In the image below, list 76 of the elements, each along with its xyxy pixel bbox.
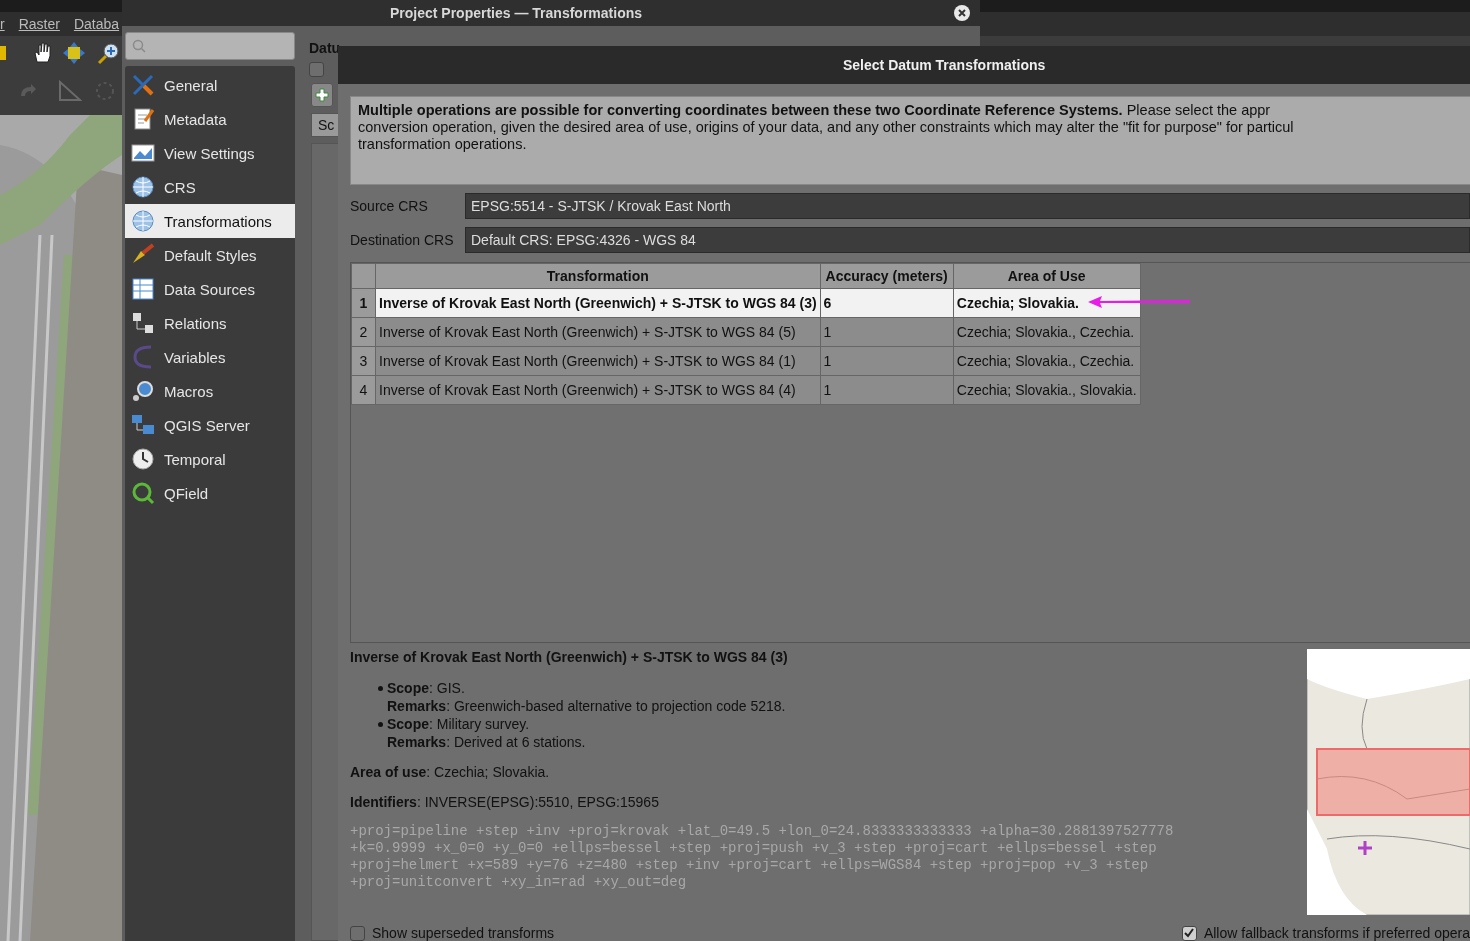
scope-text: Scope: Military survey. — [387, 715, 531, 733]
menu-item[interactable]: Raster — [18, 16, 60, 32]
table-cell: Czechia; Slovakia., Slovakia. — [953, 375, 1141, 405]
close-icon[interactable] — [953, 4, 971, 22]
sidebar-item[interactable]: Macros — [125, 374, 295, 408]
table-cell: Inverse of Krovak East North (Greenwich) + S-JTSK to WGS 84 (4) — [375, 375, 821, 405]
table-row[interactable]: 4 Inverse of Krovak East North (Greenwich) + S-JTSK to WGS 84 (4) 1 Czechia; Slovakia., Slovakia. — [351, 375, 1141, 405]
search-icon — [132, 39, 146, 53]
table-cell: 6 — [820, 288, 954, 318]
row-number: 4 — [351, 375, 376, 405]
intro-text: Multiple operations are possible for converting coordinates between these two Coordinate Reference Systems. Please select the appr conversion operation, given the desired area of use, origins of your data, and any other constraints which may alter the "fit for purpose" for particul transformation operations. — [350, 96, 1470, 185]
proj-string: +proj=pipeline +step +inv +proj=krovak +lat_0=49.5 +lon_0=24.8333333333333 +alpha=30.2881397527778 +k=0.9999 +x_0=0 +y_0=0 +ellps=bessel +step +proj=push +v_3 +step +proj=cart +ellps=bessel +step +proj=helmert +x=589 +y=76 +z=480 +step +inv +proj=cart +ellps=WGS84 +step +proj=pop +v_3 +step +proj=unitconvert +xy_in=rad +xy_out=deg — [350, 823, 1175, 891]
identifiers-text: Identifiers: INVERSE(EPSG):5510, EPSG:15965 — [350, 793, 660, 811]
tools-icon — [131, 73, 155, 97]
table-cell: 1 — [820, 317, 954, 347]
menu-item[interactable]: r — [0, 16, 5, 32]
remarks-text: Remarks: Greenwich-based alternative to projection code 5218. — [387, 697, 786, 715]
column-header[interactable]: Accuracy (meters) — [820, 263, 954, 289]
clock-icon — [131, 447, 155, 471]
row-number: 1 — [351, 288, 376, 318]
checkbox[interactable] — [1181, 925, 1197, 941]
column-header[interactable]: Area of Use — [953, 263, 1141, 289]
remarks-text: Remarks: Derived at 6 stations. — [387, 733, 586, 751]
server-icon — [131, 413, 155, 437]
table-cell: Inverse of Krovak East North (Greenwich) + S-JTSK to WGS 84 (5) — [375, 317, 821, 347]
table-row[interactable]: 1 Inverse of Krovak East North (Greenwich) + S-JTSK to WGS 84 (3) 6 Czechia; Slovakia. — [351, 288, 1141, 318]
sidebar-item[interactable]: Data Sources — [125, 272, 295, 306]
table-cell: Inverse of Krovak East North (Greenwich) + S-JTSK to WGS 84 (1) — [375, 346, 821, 376]
sidebar-item[interactable]: General — [125, 68, 295, 102]
zoom-in-icon[interactable] — [97, 41, 121, 65]
table-cell: Inverse of Krovak East North (Greenwich) + S-JTSK to WGS 84 (3) — [375, 288, 821, 318]
field-label: Source CRS — [350, 198, 429, 214]
row-number: 3 — [351, 346, 376, 376]
details-title: Inverse of Krovak East North (Greenwich) + S-JTSK to WGS 84 (3) — [350, 649, 789, 665]
section-heading: Datu — [309, 40, 341, 56]
hand-icon[interactable] — [32, 42, 52, 64]
checkbox[interactable] — [350, 925, 365, 941]
globe-icon — [131, 209, 155, 233]
field-label: Destination CRS — [350, 232, 455, 248]
table-cell: 1 — [820, 346, 954, 376]
sidebar-item[interactable]: Temporal — [125, 442, 295, 476]
sidebar-item[interactable]: View Settings — [125, 136, 295, 170]
row-number: 2 — [351, 317, 376, 347]
menu-item[interactable]: Databa — [73, 16, 120, 32]
checkbox[interactable] — [309, 62, 324, 77]
area-of-use-text: Area of use: Czechia; Slovakia. — [350, 763, 551, 781]
table-row[interactable]: 2 Inverse of Krovak East North (Greenwich) + S-JTSK to WGS 84 (5) 1 Czechia; Slovakia., Czechia. — [351, 317, 1141, 347]
table-cell: 1 — [820, 375, 954, 405]
table-icon — [131, 277, 155, 301]
bullet-icon — [378, 686, 383, 691]
window-title: Project Properties — Transformations — [389, 5, 644, 21]
search-field[interactable] — [125, 32, 295, 60]
blocks-icon — [131, 311, 155, 335]
window-title: Select Datum Transformations — [843, 57, 1046, 73]
table-cell: Czechia; Slovakia., Czechia. — [953, 317, 1141, 347]
globe-icon — [131, 175, 155, 199]
sidebar-item[interactable]: Default Styles — [125, 238, 295, 272]
add-button[interactable] — [311, 83, 333, 107]
destination-crs-field[interactable]: Default CRS: EPSG:4326 - WGS 84 — [465, 227, 1470, 253]
sidebar-item[interactable]: Transformations — [125, 204, 295, 238]
plus-icon — [315, 88, 329, 102]
sidebar-item[interactable]: CRS — [125, 170, 295, 204]
picture-icon — [131, 141, 155, 165]
sidebar-item[interactable]: Metadata — [125, 102, 295, 136]
table-cell: Czechia; Slovakia., Czechia. — [953, 346, 1141, 376]
document-icon — [131, 107, 155, 131]
table-row[interactable]: 3 Inverse of Krovak East North (Greenwich) + S-JTSK to WGS 84 (1) 1 Czechia; Slovakia., Czechia. — [351, 346, 1141, 376]
scope-text: Scope: GIS. — [387, 679, 466, 697]
sidebar-item[interactable]: QField — [125, 476, 295, 510]
column-header[interactable]: Transformation — [375, 263, 821, 289]
source-crs-field[interactable]: EPSG:5514 - S-JTSK / Krovak East North — [465, 193, 1470, 219]
sidebar-item[interactable]: Variables — [125, 340, 295, 374]
move-arrows-icon[interactable] — [63, 42, 85, 64]
bullet-icon — [378, 722, 383, 727]
sidebar-item[interactable]: Relations — [125, 306, 295, 340]
sidebar-item[interactable]: QGIS Server — [125, 408, 295, 442]
